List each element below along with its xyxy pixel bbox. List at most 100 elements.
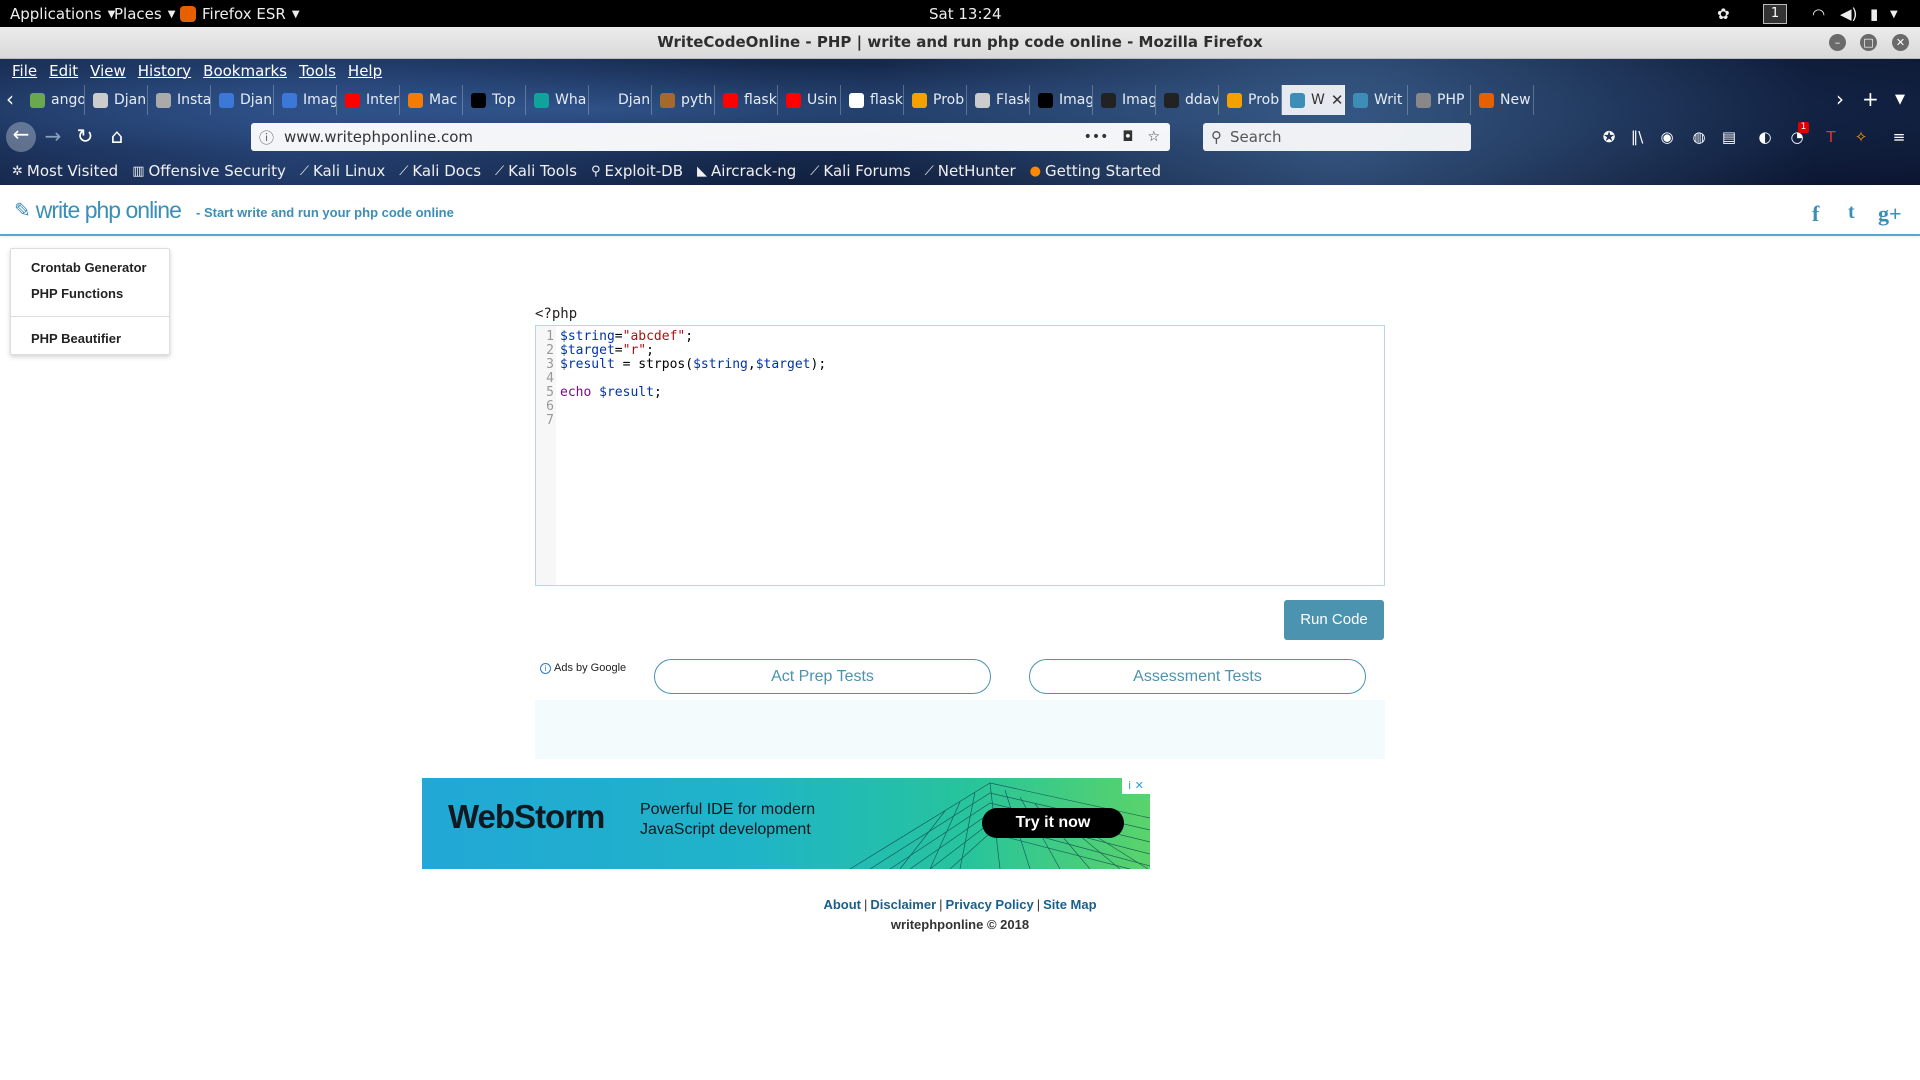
notification-icon[interactable]: ◔ 1 [1788, 122, 1809, 146]
footer-link-privacy-policy[interactable]: Privacy Policy [946, 897, 1034, 912]
bookmark-aircrack-ng[interactable]: ◣ Aircrack-ng [697, 162, 796, 180]
tab[interactable]: Imag [1093, 85, 1156, 115]
all-tabs-chevron-icon[interactable]: ▼ [1895, 92, 1905, 107]
tab[interactable]: New [1471, 85, 1534, 115]
tab[interactable]: Djan [211, 85, 274, 115]
bookmark-kali-linux[interactable]: ⟋ Kali Linux [300, 162, 385, 180]
ad-link-assessment-tests[interactable]: Assessment Tests [1029, 659, 1366, 694]
site-logo[interactable]: ✎ write php online [14, 197, 182, 224]
bookmark-most-visited[interactable]: ✲ Most Visited [12, 162, 118, 180]
adchoices-close-icon[interactable]: i ✕ [1122, 778, 1150, 794]
tab[interactable]: Imag [274, 85, 337, 115]
text-icon[interactable]: T [1822, 128, 1840, 146]
tab[interactable]: Writ [1345, 85, 1408, 115]
back-button[interactable]: ← [6, 122, 36, 152]
facebook-icon[interactable]: f [1812, 201, 1819, 227]
code-line[interactable]: $result = strpos($string,$target); [560, 358, 826, 372]
ads-by-google[interactable]: i Ads by Google [540, 662, 626, 674]
close-window-icon[interactable]: ✕ [1892, 34, 1909, 51]
tab[interactable]: Django [589, 85, 652, 115]
workspace-indicator[interactable]: 1 [1763, 4, 1787, 24]
tab[interactable]: flask [841, 85, 904, 115]
tab[interactable]: pyth [652, 85, 715, 115]
firefox-app-menu[interactable]: Firefox ESR ▼ [180, 4, 300, 24]
tab[interactable]: Insta [148, 85, 211, 115]
footer-link-site-map[interactable]: Site Map [1043, 897, 1096, 912]
bookmark-star-icon[interactable]: ☆ [1147, 129, 1160, 145]
globe-icon[interactable]: ◍ [1690, 128, 1708, 146]
twitter-icon[interactable]: t [1848, 201, 1855, 224]
dropbox-icon[interactable]: ✿ [1717, 4, 1730, 24]
menu-php-beautifier[interactable]: PHP Beautifier [31, 331, 121, 346]
code-line[interactable]: $target="r"; [560, 344, 654, 358]
menu-history[interactable]: History [136, 59, 201, 85]
tab[interactable]: Imag [1030, 85, 1093, 115]
home-button[interactable]: ⌂ [104, 124, 130, 150]
bookmark-kali-docs[interactable]: ⟋ Kali Docs [399, 162, 481, 180]
banner-try-it-now-button[interactable]: Try it now [982, 808, 1124, 838]
wifi-icon[interactable]: ◠ [1812, 4, 1825, 24]
tab-active[interactable]: W ✕ [1282, 85, 1345, 115]
volume-icon[interactable]: ◀) [1840, 4, 1857, 24]
url-text[interactable]: www.writephponline.com [284, 128, 473, 146]
bookmark-kali-tools[interactable]: ⟋ Kali Tools [495, 162, 577, 180]
cookie-icon[interactable]: ◉ [1658, 128, 1676, 146]
reload-button[interactable]: ↻ [72, 124, 98, 150]
footer-link-about[interactable]: About [823, 897, 861, 912]
tab[interactable]: ango [22, 85, 85, 115]
places-menu[interactable]: Places ▼ [114, 4, 175, 24]
tab[interactable]: Flask [967, 85, 1030, 115]
search-bar[interactable]: ⚲ Search [1203, 123, 1471, 151]
minimize-icon[interactable]: – [1829, 34, 1846, 51]
ad-link-act-prep-tests[interactable]: Act Prep Tests [654, 659, 991, 694]
google-plus-icon[interactable]: g+ [1878, 201, 1902, 227]
menu-php-functions[interactable]: PHP Functions [31, 286, 123, 301]
page-actions-icon[interactable]: ••• [1084, 129, 1109, 145]
tab[interactable]: Inter [337, 85, 400, 115]
sidebar-icon[interactable]: ▤ [1720, 128, 1738, 146]
close-tab-icon[interactable]: ✕ [1331, 91, 1344, 109]
hamburger-menu-icon[interactable]: ≡ [1890, 128, 1908, 146]
maximize-icon[interactable]: □ [1860, 34, 1877, 51]
menu-crontab-generator[interactable]: Crontab Generator [31, 260, 147, 275]
code-line[interactable]: $string="abcdef"; [560, 330, 693, 344]
pocket-icon[interactable]: ◘ [1122, 129, 1133, 145]
extension-icon[interactable]: ✪ [1600, 128, 1618, 146]
battery-icon[interactable]: ▮ [1870, 4, 1878, 24]
scroll-tabs-right-icon[interactable]: › [1836, 87, 1844, 111]
tab[interactable]: PHP [1408, 85, 1471, 115]
bookmark-exploit-db[interactable]: ⚲ Exploit-DB [591, 162, 683, 180]
scroll-tabs-left-icon[interactable]: ‹ [6, 87, 14, 111]
fox-icon[interactable]: ✧ [1852, 128, 1870, 146]
bookmark-nethunter[interactable]: ⟋ NetHunter [925, 162, 1016, 180]
footer-link-disclaimer[interactable]: Disclaimer [870, 897, 936, 912]
tab[interactable]: ddav [1156, 85, 1219, 115]
code-line[interactable]: echo $result; [560, 386, 662, 400]
library-icon[interactable]: ∥\ [1628, 128, 1646, 146]
menu-bookmarks[interactable]: Bookmarks [201, 59, 297, 85]
menu-tools[interactable]: Tools [297, 59, 346, 85]
bookmark-kali-forums[interactable]: ⟋ Kali Forums [810, 162, 910, 180]
new-tab-icon[interactable]: + [1862, 87, 1879, 111]
power-menu-chevron-icon[interactable]: ▼ [1890, 4, 1898, 24]
tab[interactable]: Prob [1219, 85, 1282, 115]
menu-view[interactable]: View [88, 59, 136, 85]
tab[interactable]: flask [715, 85, 778, 115]
webstorm-banner-ad[interactable]: WebStorm Powerful IDE for modern JavaScr… [422, 778, 1150, 869]
clock[interactable]: Sat 13:24 [929, 4, 1002, 24]
menu-file[interactable]: File [10, 59, 47, 85]
menu-help[interactable]: Help [346, 59, 392, 85]
window-titlebar[interactable]: WriteCodeOnline - PHP | write and run ph… [0, 27, 1920, 59]
menu-edit[interactable]: Edit [47, 59, 88, 85]
bookmark-getting-started[interactable]: ● Getting Started [1030, 162, 1161, 180]
tab[interactable]: Prob [904, 85, 967, 115]
url-bar[interactable]: ⓘ www.writephponline.com ••• ◘ ☆ [251, 123, 1170, 151]
tab[interactable]: Top [463, 85, 526, 115]
tab[interactable]: Djan [85, 85, 148, 115]
run-code-button[interactable]: Run Code [1284, 600, 1384, 640]
tab[interactable]: Wha [526, 85, 589, 115]
tab[interactable]: Mac [400, 85, 463, 115]
addon-icon[interactable]: ◐ [1756, 128, 1774, 146]
tab[interactable]: Usin [778, 85, 841, 115]
site-info-icon[interactable]: ⓘ [259, 127, 274, 148]
